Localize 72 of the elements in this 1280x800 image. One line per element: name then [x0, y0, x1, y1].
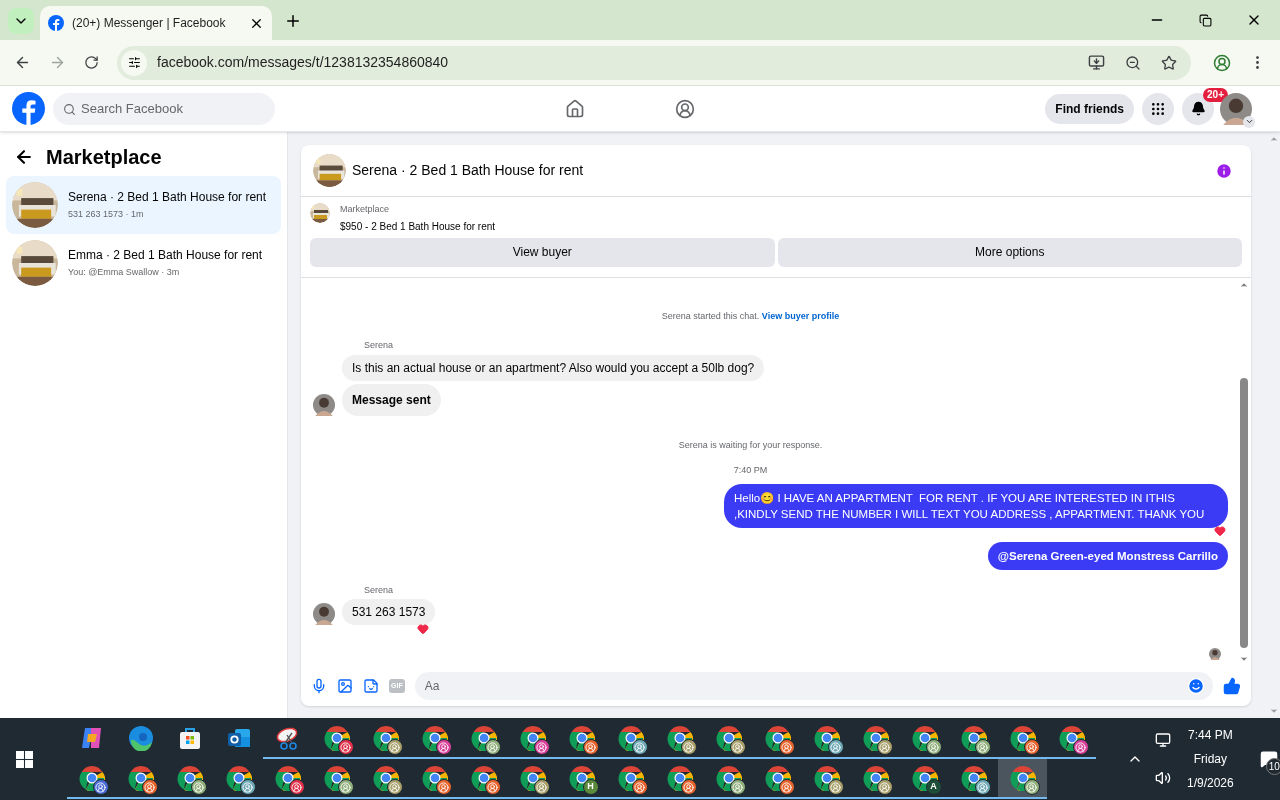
conversation-title: Emma · 2 Bed 1 Bath House for rent [68, 247, 263, 265]
heart-reaction-icon [1214, 524, 1226, 537]
scrollbar-thumb[interactable] [1240, 377, 1248, 648]
seen-avatar [1209, 648, 1221, 660]
clock-date: 1/9/2026 [1187, 775, 1234, 792]
taskbar-button[interactable]: A [900, 759, 949, 799]
network-icon[interactable] [1155, 732, 1171, 748]
menu-button[interactable] [1142, 92, 1174, 125]
listing-action-button[interactable]: View buyer [310, 237, 775, 267]
browser-tab[interactable]: (20+) Messenger | Facebook [40, 6, 272, 40]
edge-icon[interactable] [127, 725, 154, 751]
conversation-item[interactable]: Emma · 2 Bed 1 Bath House for rent You: @Emma Swallow · 3m [6, 234, 281, 292]
back-icon[interactable] [14, 147, 34, 167]
listing-description: $950 - 2 Bed 1 Bath House for rent [340, 219, 496, 234]
bell-icon [1190, 101, 1206, 116]
heart-reaction-icon [417, 623, 430, 635]
restore-icon[interactable] [1199, 13, 1212, 27]
buyer-profile-link[interactable]: View buyer profile [761, 310, 840, 321]
clock-day: Friday [1193, 750, 1228, 768]
system-note: Serena is waiting for your response. [678, 438, 823, 452]
groups-icon[interactable] [675, 98, 695, 119]
new-tab-icon[interactable] [284, 12, 302, 30]
sidebar-title: Marketplace [46, 145, 162, 170]
tune-icon [127, 56, 141, 69]
site-info-button[interactable] [121, 49, 147, 76]
timestamp: 7:40 PM [733, 464, 768, 477]
clock-time: 7:44 PM [1188, 727, 1233, 744]
sender-name: Serena [364, 583, 395, 597]
notification-badge: 20+ [1203, 88, 1228, 102]
conversation-preview: 531 263 1573 · 1m [68, 208, 145, 222]
facebook-logo-icon [48, 15, 64, 31]
scroll-down-icon[interactable] [1239, 654, 1249, 664]
back-icon[interactable] [14, 54, 31, 71]
zoom-icon[interactable] [1125, 54, 1141, 71]
bookmark-star-icon[interactable] [1161, 54, 1177, 71]
grid-icon [1150, 100, 1166, 117]
like-icon[interactable] [1223, 677, 1241, 695]
message-field[interactable]: Aa [414, 672, 1213, 700]
chat-title: Serena · 2 Bed 1 Bath House for rent [352, 161, 585, 180]
listing-label: Marketplace [340, 203, 391, 216]
search-field[interactable]: Search Facebook [53, 92, 275, 125]
volume-icon[interactable] [1155, 770, 1171, 786]
microphone-icon[interactable] [311, 678, 327, 694]
sender-avatar [313, 393, 335, 416]
incoming-message: Is this an actual house or an apartment? Also would you accept a 50lb dog? [342, 354, 765, 381]
tab-search-button[interactable] [8, 8, 34, 34]
outgoing-message: @Serena Green-eyed Monstress Carrillo [987, 541, 1228, 570]
sender-name: Serena [364, 339, 395, 352]
caret-icon [1244, 117, 1254, 126]
facebook-logo-icon[interactable] [12, 92, 45, 125]
windows-start-icon[interactable] [16, 750, 33, 768]
image-icon[interactable] [337, 678, 353, 694]
home-icon[interactable] [565, 98, 585, 119]
system-note: Serena started this chat. View buyer profile [661, 309, 840, 323]
taskbar-button[interactable] [998, 759, 1047, 799]
install-app-icon[interactable] [1088, 54, 1105, 71]
sticker-icon[interactable] [363, 678, 379, 694]
taskbar-button[interactable]: H [557, 759, 606, 799]
conversation-item[interactable]: Serena · 2 Bed 1 Bath House for rent 531 263 1573 · 1m [6, 176, 281, 234]
find-friends-button[interactable]: Find friends [1045, 93, 1134, 124]
reload-icon[interactable] [84, 55, 99, 70]
incoming-message: Message sent [342, 383, 441, 416]
listing-action-button[interactable]: More options [777, 237, 1242, 267]
tab-title: (20+) Messenger | Facebook [72, 15, 227, 32]
address-bar[interactable]: facebook.com/messages/t/1238132354860840 [117, 45, 1191, 80]
search-icon [63, 102, 76, 116]
url-text: facebook.com/messages/t/1238132354860840 [157, 53, 450, 72]
conversation-title: Serena · 2 Bed 1 Bath House for rent [68, 189, 267, 207]
info-icon[interactable] [1215, 161, 1233, 180]
conversation-preview: You: @Emma Swallow · 3m [68, 266, 181, 280]
sender-avatar [313, 603, 335, 625]
profile-icon[interactable] [1213, 53, 1231, 72]
